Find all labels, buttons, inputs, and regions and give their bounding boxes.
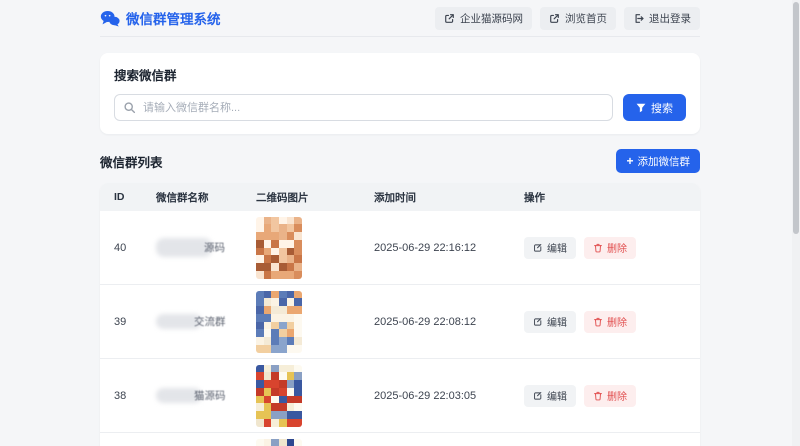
qr-image [256,216,302,279]
cell-id: 40 [114,241,127,254]
wechat-bubbles-icon [100,10,120,27]
col-qrcode: 二维码图片 [256,191,309,204]
funnel-filter-icon [636,103,646,113]
search-title: 搜索微信群 [114,69,177,83]
cell-id: 39 [114,315,127,328]
scrollbar[interactable] [792,0,800,446]
search-card: 搜索微信群 搜索 [100,53,700,134]
app-title: 微信群管理系统 [126,12,221,27]
group-name-text: 源码 [204,242,225,254]
pencil-square-icon [533,391,543,401]
search-input-wrap [114,94,613,121]
plus-icon: + [626,154,634,168]
main-content: 搜索微信群 搜索 微信群列表 [100,53,700,446]
col-id: ID [114,191,125,203]
cell-qrcode [256,290,374,353]
trash-icon [593,243,603,253]
table-row: 40 源码 2025-06-29 22:16:12 编辑 删除 [100,211,700,285]
link-label: 企业猫源码网 [460,12,523,25]
cell-id: 38 [114,389,127,402]
group-name-text: 交流群 [194,316,226,328]
edit-label: 编辑 [547,318,567,329]
col-actions: 操作 [524,191,545,204]
table-row: 38 猫源码 2025-06-29 22:03:05 编辑 删除 [100,359,700,433]
qr-image [256,439,302,446]
table-row: 39 交流群 2025-06-29 22:08:12 编辑 删除 [100,285,700,359]
col-added-time: 添加时间 [374,191,416,204]
table-row: 37 讨论群 2025-06-29 22:02:48 编辑 [100,433,700,446]
logout-button[interactable]: 退出登录 [624,6,700,30]
cell-group-name: 源码 [156,238,256,257]
link-label: 退出登录 [649,12,691,25]
table-header-row: ID 微信群名称 二维码图片 添加时间 操作 [100,183,700,211]
link-source-site-button[interactable]: 企业猫源码网 [435,6,532,30]
add-group-label: 添加微信群 [637,155,691,168]
delete-button[interactable]: 删除 [584,236,636,259]
cell-actions: 编辑 删除 [524,236,686,259]
cell-actions: 编辑 删除 [524,384,686,407]
search-button-label: 搜索 [651,102,673,115]
qr-image [256,290,302,353]
edit-label: 编辑 [547,244,567,255]
search-button[interactable]: 搜索 [623,94,686,121]
cell-qrcode [256,216,374,279]
group-table: ID 微信群名称 二维码图片 添加时间 操作 40 源码 2025-06-29 … [100,183,700,446]
top-header: 微信群管理系统 企业猫源码网 浏览首页 退出登录 [0,0,800,37]
cell-group-name: 猫源码 [156,388,256,403]
edit-button[interactable]: 编辑 [524,384,576,407]
search-input[interactable] [114,94,613,121]
brand: 微信群管理系统 [100,8,221,28]
header-nav: 企业猫源码网 浏览首页 退出登录 [435,6,700,30]
link-label: 浏览首页 [565,12,607,25]
pencil-square-icon [533,243,543,253]
add-group-button[interactable]: + 添加微信群 [616,149,700,173]
external-link-icon [549,13,560,24]
list-title: 微信群列表 [100,155,163,170]
pencil-square-icon [533,317,543,327]
external-link-icon [444,13,455,24]
cell-qrcode [256,364,374,427]
cell-added-time: 2025-06-29 22:16:12 [374,241,477,254]
trash-icon [593,391,603,401]
cell-actions: 编辑 删除 [524,310,686,333]
edit-button[interactable]: 编辑 [524,310,576,333]
cell-group-name: 交流群 [156,314,256,329]
group-name-text: 猫源码 [194,390,226,402]
qr-image [256,364,302,427]
delete-label: 删除 [607,244,627,255]
edit-button[interactable]: 编辑 [524,236,576,259]
delete-label: 删除 [607,318,627,329]
delete-label: 删除 [607,392,627,403]
col-name: 微信群名称 [156,191,209,204]
delete-button[interactable]: 删除 [584,310,636,333]
cell-qrcode [256,439,374,446]
delete-button[interactable]: 删除 [584,384,636,407]
trash-icon [593,317,603,327]
logout-icon [633,13,644,24]
cell-added-time: 2025-06-29 22:03:05 [374,389,477,402]
link-homepage-button[interactable]: 浏览首页 [540,6,616,30]
edit-label: 编辑 [547,392,567,403]
cell-added-time: 2025-06-29 22:08:12 [374,315,477,328]
scrollbar-thumb[interactable] [793,2,799,234]
